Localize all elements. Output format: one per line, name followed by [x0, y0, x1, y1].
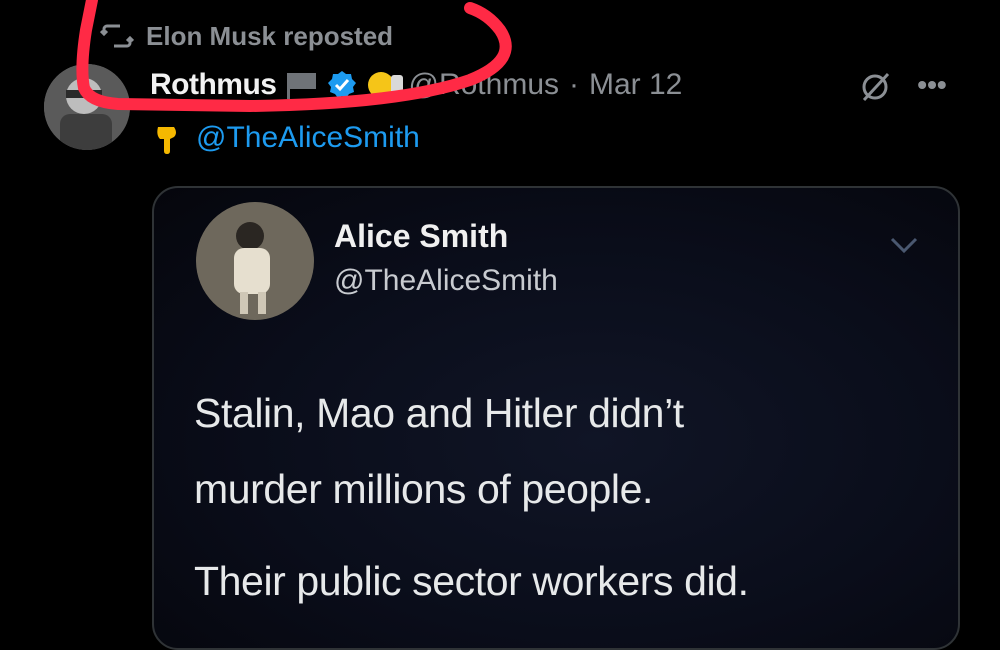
- author-row: Rothmus @Rothmus · Mar 12: [150, 64, 682, 106]
- tweet-date[interactable]: Mar 12: [589, 68, 682, 102]
- quoted-author-name[interactable]: Alice Smith: [334, 218, 508, 255]
- repost-icon: [100, 24, 134, 48]
- quoted-author-avatar[interactable]: [196, 202, 314, 320]
- author-name[interactable]: Rothmus: [150, 68, 277, 102]
- grok-icon[interactable]: [858, 70, 892, 104]
- quoted-tweet-card[interactable]: Alice Smith @TheAliceSmith Stalin, Mao a…: [152, 186, 960, 650]
- author-handle[interactable]: @Rothmus: [409, 68, 560, 102]
- author-avatar[interactable]: [44, 64, 130, 150]
- quoted-text-line: Stalin, Mao and Hitler didn’t: [194, 390, 684, 436]
- separator-dot: ·: [569, 68, 579, 101]
- quoted-avatar-image: [196, 202, 314, 320]
- quoted-text-line: Their public sector workers did.: [194, 558, 749, 604]
- chevron-down-icon[interactable]: [890, 236, 918, 254]
- quoted-text-line: murder millions of people.: [194, 466, 654, 512]
- mention-link[interactable]: @TheAliceSmith: [196, 121, 420, 155]
- quoted-author-handle[interactable]: @TheAliceSmith: [334, 264, 558, 298]
- verified-icon: [327, 71, 356, 98]
- pointing-down-icon: [157, 127, 176, 154]
- emoji-icon: [367, 72, 403, 98]
- flag-icon: [286, 73, 316, 99]
- reply-row: @TheAliceSmith: [150, 118, 420, 158]
- avatar-image: [44, 64, 130, 150]
- more-options-icon[interactable]: •••: [912, 68, 952, 102]
- repost-label: Elon Musk reposted: [146, 20, 394, 51]
- repost-indicator[interactable]: Elon Musk reposted: [100, 18, 393, 54]
